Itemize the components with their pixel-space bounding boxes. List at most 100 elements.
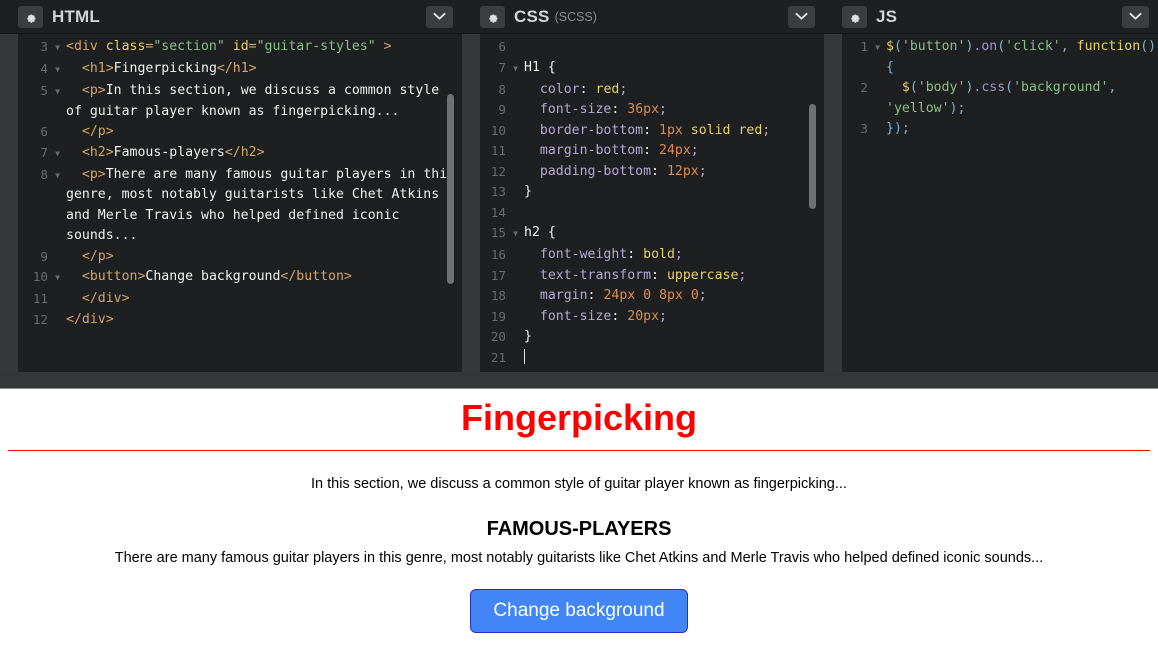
code-text: </div> bbox=[81, 291, 130, 306]
code-text: }); bbox=[886, 121, 910, 136]
code-line: 19 font-size: 20px; bbox=[480, 307, 824, 328]
line-number: 6 bbox=[498, 39, 506, 54]
code-line: 5 ▼ <p>In this section, we discuss a comm… bbox=[18, 81, 462, 122]
line-number: 14 bbox=[490, 204, 506, 220]
fold-arrow-icon[interactable]: ▼ bbox=[510, 58, 521, 80]
code-line: 7 ▼ <h2>Famous-players</h2> bbox=[18, 143, 462, 165]
line-number: 17 bbox=[490, 267, 506, 283]
editor-region: HTML 3 ▼ <div class="section" id="guitar-s… bbox=[0, 0, 1158, 372]
code-line: 20} bbox=[480, 327, 824, 348]
line-number: 9 bbox=[498, 102, 506, 117]
js-editor-pane: JS 1 ▼ $('button').on('click', function() … bbox=[824, 0, 1158, 372]
code-text: <h2>Famous-players</h2> bbox=[81, 144, 265, 160]
code-text: <button>Change background</button> bbox=[81, 269, 352, 284]
code-text: </p> bbox=[81, 248, 114, 264]
code-line: 1 ▼ $('button').on('click', function() { bbox=[842, 37, 1158, 78]
line-number: 11 bbox=[490, 143, 506, 158]
fold-arrow-icon[interactable]: ▼ bbox=[872, 37, 883, 59]
code-text: text-transform: uppercase; bbox=[524, 267, 747, 283]
line-number: 3 bbox=[40, 39, 48, 54]
line-number: 5 bbox=[40, 83, 48, 98]
chevron-down-icon[interactable] bbox=[1122, 5, 1149, 28]
preview-button-row: Change background bbox=[8, 588, 1150, 634]
css-pane-title: CSS bbox=[514, 7, 550, 26]
code-line: 21 bbox=[480, 348, 824, 369]
css-pane-header: CSS (SCSS) bbox=[462, 0, 824, 34]
editor-preview-splitter[interactable] bbox=[0, 372, 1158, 389]
chevron-down-icon[interactable] bbox=[788, 5, 815, 28]
js-gutter-rail bbox=[824, 34, 842, 372]
line-number: 9 bbox=[40, 248, 48, 264]
line-number: 1 bbox=[860, 39, 868, 54]
chevron-down-icon[interactable] bbox=[426, 5, 453, 28]
code-text: <div class="section" id="guitar-styles" … bbox=[66, 39, 392, 54]
line-number: 20 bbox=[490, 329, 506, 344]
line-number: 2 bbox=[860, 80, 868, 95]
html-code-area[interactable]: 3 ▼ <div class="section" id="guitar-styles… bbox=[0, 34, 462, 372]
preview-pane: Fingerpicking In this section, we discus… bbox=[0, 390, 1158, 650]
code-line: 8 color: red; bbox=[480, 80, 824, 101]
code-line: 6 </p> bbox=[18, 122, 462, 143]
fold-arrow-icon[interactable]: ▼ bbox=[52, 59, 63, 81]
code-line: 12 padding-bottom: 12px; bbox=[480, 162, 824, 183]
css-pane-subtitle: (SCSS) bbox=[554, 9, 597, 24]
code-text: margin: 24px 0 8px 0; bbox=[524, 288, 707, 303]
code-line: 14 bbox=[480, 203, 824, 224]
line-number: 7 bbox=[40, 144, 48, 160]
css-gutter-rail bbox=[462, 34, 480, 372]
line-number: 8 bbox=[498, 81, 506, 97]
code-text: padding-bottom: 12px; bbox=[524, 163, 707, 179]
code-line: 15 ▼ h2 { bbox=[480, 223, 824, 245]
gear-icon[interactable] bbox=[18, 5, 43, 28]
css-scrollbar[interactable] bbox=[809, 104, 816, 209]
line-number: 12 bbox=[490, 163, 506, 179]
line-number: 8 bbox=[40, 166, 48, 182]
code-line: 16 font-weight: bold; bbox=[480, 245, 824, 266]
code-text: font-weight: bold; bbox=[524, 247, 683, 262]
gear-icon[interactable] bbox=[842, 5, 867, 28]
code-text: <p>There are many famous guitar players … bbox=[66, 166, 456, 244]
code-text: H1 { bbox=[524, 59, 556, 75]
html-gutter-rail bbox=[0, 34, 18, 372]
code-line: 12 </div> bbox=[18, 310, 462, 331]
line-number: 10 bbox=[490, 122, 506, 138]
code-line: 7 ▼ H1 { bbox=[480, 58, 824, 80]
fold-arrow-icon[interactable]: ▼ bbox=[52, 267, 63, 289]
fold-arrow-icon[interactable]: ▼ bbox=[52, 37, 63, 59]
html-pane-title: HTML bbox=[52, 7, 101, 26]
line-number: 13 bbox=[490, 184, 506, 199]
js-code-area[interactable]: 1 ▼ $('button').on('click', function() {2 … bbox=[824, 34, 1158, 372]
html-pane-header: HTML bbox=[0, 0, 462, 34]
preview-heading-2: Famous-players bbox=[486, 518, 672, 541]
fold-arrow-icon[interactable]: ▼ bbox=[52, 165, 63, 187]
preview-heading-1: Fingerpicking bbox=[8, 397, 1150, 452]
code-line: 2 $('body').css('background', 'yellow'); bbox=[842, 78, 1158, 119]
code-line: 11 margin-bottom: 24px; bbox=[480, 141, 824, 162]
preview-paragraph-1: In this section, we discuss a common sty… bbox=[311, 476, 847, 493]
code-text: </p> bbox=[81, 124, 114, 139]
code-text: <p>In this section, we discuss a common … bbox=[66, 83, 448, 119]
gear-icon[interactable] bbox=[480, 5, 505, 28]
fold-arrow-icon[interactable]: ▼ bbox=[52, 81, 63, 103]
code-line: 17 text-transform: uppercase; bbox=[480, 266, 824, 287]
line-number: 18 bbox=[490, 288, 506, 303]
line-number: 6 bbox=[40, 124, 48, 139]
change-background-button[interactable]: Change background bbox=[470, 588, 688, 634]
js-pane-title: JS bbox=[876, 7, 898, 26]
js-pane-header: JS bbox=[824, 0, 1158, 34]
html-editor-pane: HTML 3 ▼ <div class="section" id="guitar-s… bbox=[0, 0, 462, 372]
code-line: 13} bbox=[480, 182, 824, 203]
code-text bbox=[521, 348, 824, 369]
css-code-area[interactable]: 6 7 ▼ H1 {8 color: red; 9 font-size: 36px; 10… bbox=[462, 34, 824, 372]
code-text: h2 { bbox=[524, 225, 556, 240]
code-text: $('button').on('click', function() { bbox=[886, 39, 1157, 75]
code-text: font-size: 20px; bbox=[524, 308, 667, 324]
fold-arrow-icon[interactable]: ▼ bbox=[510, 223, 521, 245]
code-text: } bbox=[524, 184, 532, 199]
fold-arrow-icon[interactable]: ▼ bbox=[52, 143, 63, 165]
line-number: 21 bbox=[490, 349, 506, 365]
code-line: 9 font-size: 36px; bbox=[480, 100, 824, 121]
line-number: 11 bbox=[32, 291, 48, 306]
code-text: } bbox=[524, 329, 532, 344]
html-scrollbar[interactable] bbox=[447, 94, 454, 284]
